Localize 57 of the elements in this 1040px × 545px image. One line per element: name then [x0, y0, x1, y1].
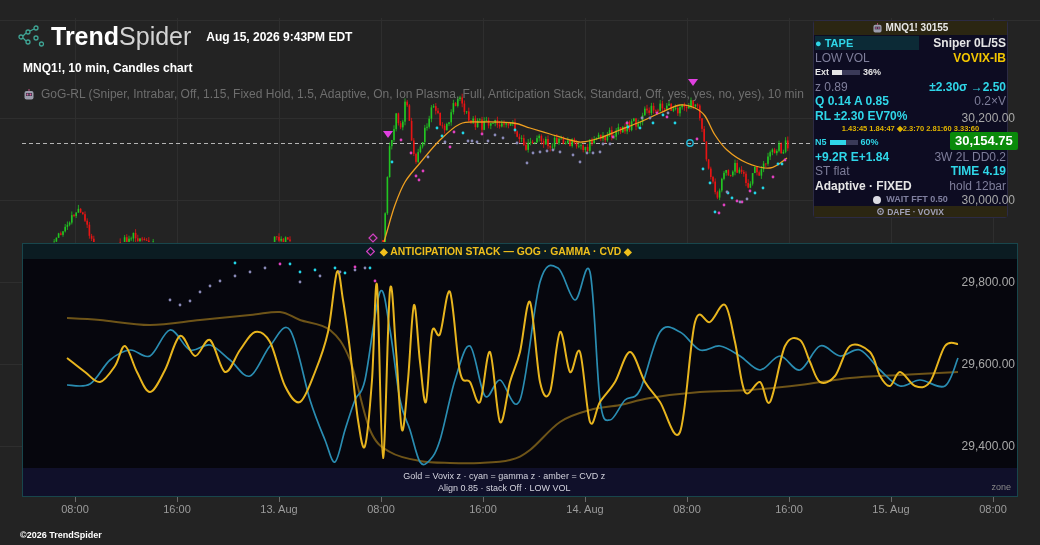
time-label: 16:00 — [775, 503, 803, 516]
logo-wordmark: TrendSpider — [51, 22, 192, 50]
time-label: 13. Aug — [260, 503, 298, 516]
time-label: 08:00 — [979, 503, 1007, 516]
readout-value: Sniper 0L/5S — [933, 37, 1006, 50]
chart-title: MNQ1!, 10 min, Candles chart — [23, 61, 193, 75]
readout-value: hold 12bar — [949, 179, 1006, 192]
panel-title: ◆ ANTICIPATION STACK — GOG · GAMMA · CVD ◆ — [379, 245, 633, 258]
panel-footer-text: DAFE · VOVIX — [887, 206, 944, 217]
edge-label: zone — [990, 482, 1012, 494]
triangle-marker-icon — [383, 131, 393, 138]
logo-icon — [18, 25, 44, 47]
price-label: 29,400.00 — [961, 439, 1015, 453]
time-label: 08:00 — [673, 503, 701, 516]
status-dot-icon — [873, 195, 882, 204]
time-label: 16:00 — [163, 503, 191, 516]
robot-icon — [872, 23, 882, 33]
diamond-marker-icon — [368, 233, 378, 243]
readout-label: Q 0.14 A 0.85 — [815, 95, 889, 108]
panel-title: MNQ1! 30155 — [885, 22, 949, 34]
readout-value: 0.2×V — [974, 95, 1006, 108]
meter-label: Ext — [815, 66, 829, 78]
legend-text: Gold = Vovix z · cyan = gamma z · amber = CVD z — [403, 470, 606, 482]
status-text: WAIT FFT 0.50 — [886, 194, 948, 205]
meter-reading: 60% — [860, 136, 879, 148]
readout-value: 3W 2L DD0.2 — [934, 150, 1006, 163]
readout-label: z 0.89 — [815, 80, 848, 93]
time-label: 14. Aug — [566, 503, 604, 516]
triangle-marker-icon — [688, 79, 698, 86]
readout-value: VOVIX-IB — [953, 51, 1006, 64]
copyright-text: ©2026 TrendSpider — [20, 530, 102, 541]
time-label: 08:00 — [61, 503, 89, 516]
time-label: 16:00 — [469, 503, 497, 516]
time-label: 15. Aug — [872, 503, 910, 516]
readout-label: ST flat — [815, 165, 850, 178]
readout-value: TIME 4.19 — [950, 165, 1006, 178]
price-label: 30,000.00 — [961, 193, 1015, 207]
robot-icon — [24, 89, 34, 100]
time-label: 08:00 — [367, 503, 395, 516]
meter-reading: 36% — [863, 66, 882, 78]
readout-label: Adaptive · FIXED — [815, 179, 912, 192]
current-price-label: 30,154.75 — [950, 132, 1018, 150]
ring-marker-icon — [686, 139, 694, 147]
readout-label: RL ±2.30 EV70% — [815, 109, 908, 122]
meter-label: N5 — [815, 136, 827, 148]
readout-label: +9.2R E+1.84 — [815, 150, 890, 163]
diamond-marker-icon — [366, 247, 375, 256]
price-label: 29,800.00 — [961, 275, 1015, 289]
price-label: 29,600.00 — [961, 357, 1015, 371]
readout-label: LOW VOL — [815, 51, 870, 64]
legend-text: Align 0.85 · stack Off · LOW VOL — [438, 482, 571, 494]
readout-label: ● TAPE — [815, 36, 919, 51]
target-icon — [877, 208, 885, 215]
indicator-legend: GoG-RL (Sniper, Intrabar, Off, 1.15, Fixed Hold, 1.5, Adaptive, On, Ion Plasma, Full, Anticipation Stack, Standard, Off, yes, yes, no, yes), 10 min — [41, 88, 804, 101]
price-label: 30,200.00 — [961, 111, 1015, 125]
readout-value: ±2.30σ →2.50 — [929, 80, 1006, 93]
date-time: Aug 15, 2026 9:43PM EDT — [206, 30, 353, 44]
